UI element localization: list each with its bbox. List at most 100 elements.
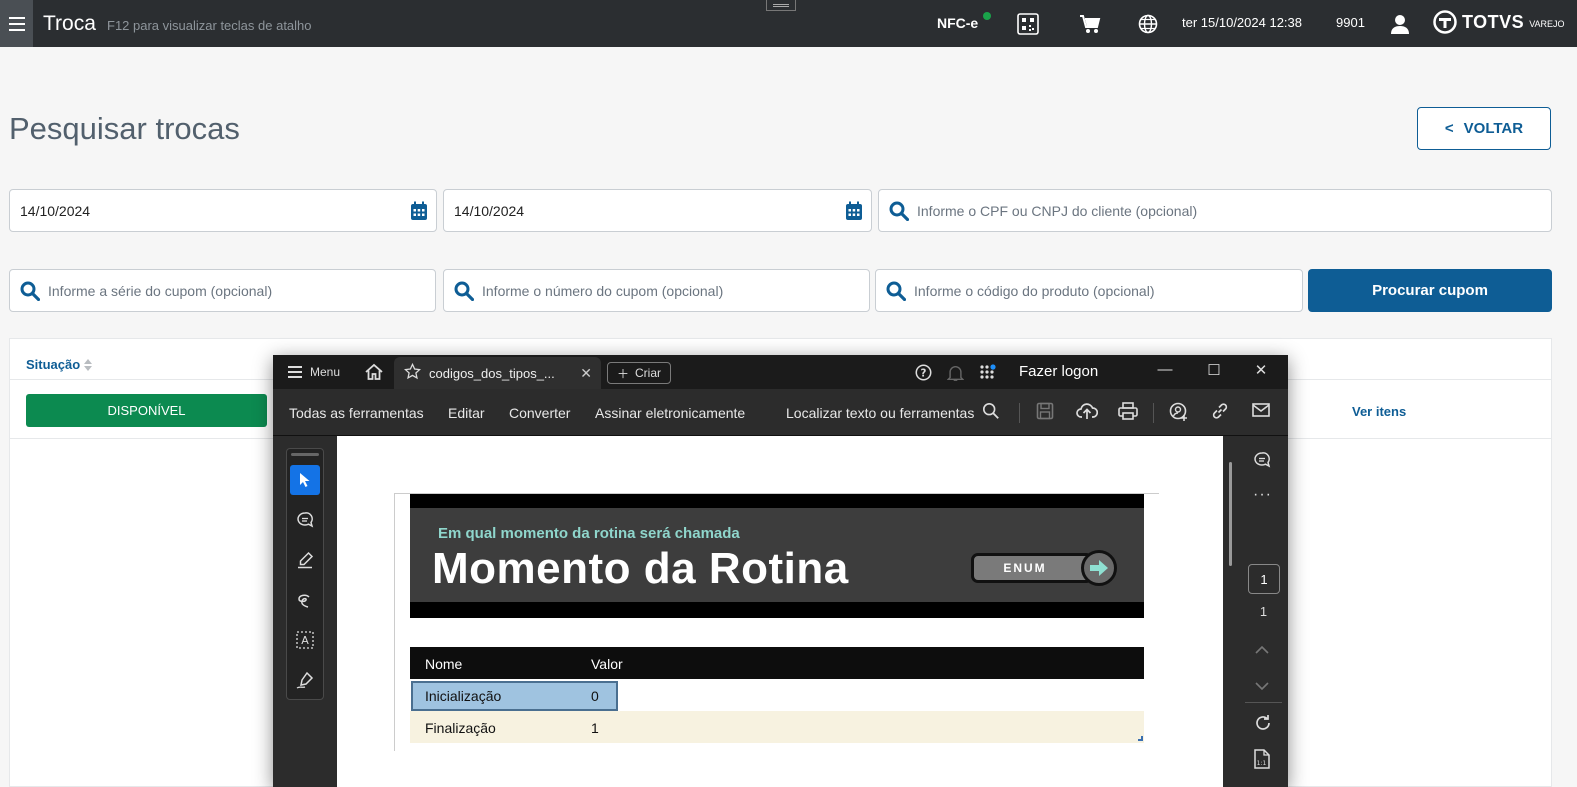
doc-banner-subtitle: Em qual momento da rotina será chamada [438,525,740,542]
totvs-logo-icon [1433,10,1457,34]
doc-cell: 1 [591,720,599,736]
document-page: Em qual momento da rotina será chamada M… [337,436,1223,787]
toolbox-grip[interactable] [291,453,319,456]
nfce-label[interactable]: NFC-e [937,15,978,31]
brand-sub: VAREJO [1529,19,1565,29]
qr-code-icon[interactable] [1016,12,1040,36]
app-title: Troca [43,12,96,35]
hamburger-icon [288,366,302,378]
link-icon[interactable] [1211,402,1229,425]
page-fit-icon[interactable]: 1:1 [1253,749,1271,774]
page-total: 1 [1259,604,1268,619]
cart-icon[interactable] [1078,12,1102,36]
numero-search-field[interactable]: Informe o número do cupom (opcional) [443,269,870,312]
serie-placeholder: Informe a série do cupom (opcional) [48,282,273,299]
arrow-right-icon [1081,550,1117,586]
date-end-field[interactable]: 14/10/2024 [443,189,872,232]
edit-menu[interactable]: Editar [448,405,485,421]
user-icon[interactable] [1388,12,1412,36]
back-button[interactable]: < VOLTAR [1417,107,1551,150]
home-icon[interactable] [364,363,384,386]
bell-icon[interactable] [946,364,965,387]
save-icon[interactable] [1036,402,1054,425]
chevron-down-icon[interactable] [1253,679,1271,697]
apps-icon[interactable] [979,364,997,387]
search-icon [886,281,906,301]
produto-search-field[interactable]: Informe o código do produto (opcional) [875,269,1303,312]
more-options-icon[interactable]: ··· [1253,486,1272,504]
document-tab-title: codigos_dos_tipos_... [429,365,555,381]
find-text-input[interactable]: Localizar texto ou ferramentas [786,405,974,421]
nfce-status-dot [983,12,991,20]
doc-cell: Finalização [425,720,496,736]
doc-table: Nome Valor Inicialização 0 Finalização 1 [410,647,1144,743]
resize-corner-mark [1138,736,1143,741]
select-cursor-icon[interactable] [290,465,320,495]
viewer-titlebar: Menu codigos_dos_tipos_... ✕ ＋ Criar ? F… [273,355,1288,389]
all-tools-menu[interactable]: Todas as ferramentas [289,405,424,421]
help-icon[interactable]: ? [915,364,932,386]
highlight-pen-icon[interactable] [290,545,320,575]
sign-menu[interactable]: Assinar eletronicamente [595,405,745,421]
search-icon[interactable] [982,402,1000,425]
customer-search-field[interactable]: Informe o CPF ou CNPJ do cliente (opcion… [878,189,1552,232]
column-situacao-label: Situação [26,357,81,372]
sort-icon[interactable] [84,358,93,371]
serie-search-field[interactable]: Informe a série do cupom (opcional) [9,269,436,312]
star-icon[interactable] [403,362,422,383]
minimize-icon[interactable]: — [1155,361,1175,378]
viewer-menu-label: Menu [310,365,341,379]
shortcut-hint: F12 para visualizar teclas de atalho [107,18,312,33]
text-recognition-icon[interactable]: A [290,625,320,655]
create-button[interactable]: ＋ Criar [607,362,671,384]
document-tab[interactable]: codigos_dos_tipos_... ✕ [394,357,601,389]
globe-icon[interactable] [1136,12,1160,36]
search-icon [889,201,909,221]
drag-handle[interactable] [766,0,796,11]
search-coupon-button[interactable]: Procurar cupom [1308,269,1552,312]
status-badge: DISPONÍVEL [26,394,267,427]
viewer-right-rail: ··· 1 1 1:1 [1239,436,1288,787]
date-end-value: 14/10/2024 [454,202,525,219]
svg-text:A: A [301,634,309,647]
menu-icon[interactable] [0,0,33,47]
vertical-scrollbar[interactable] [1223,436,1239,787]
lasso-draw-icon[interactable] [290,585,320,615]
convert-menu[interactable]: Converter [509,405,570,421]
doc-banner: Em qual momento da rotina será chamada M… [410,494,1144,618]
svg-text:?: ? [921,368,927,379]
print-icon[interactable] [1118,402,1138,425]
toolbar-divider [1019,403,1020,423]
view-items-link[interactable]: Ver itens [1352,404,1406,419]
brand-name: TOTVS [1462,11,1525,32]
column-situacao[interactable]: Situação [26,357,93,372]
email-icon[interactable] [1252,402,1270,423]
close-window-icon[interactable]: ✕ [1251,361,1271,379]
calendar-icon[interactable] [845,201,863,224]
sign-in-button[interactable]: Fazer logon [1019,363,1098,380]
back-button-label: VOLTAR [1463,120,1524,137]
scrollbar-thumb[interactable] [1229,462,1232,566]
sign-pen-icon[interactable] [290,665,320,695]
maximize-icon[interactable]: ☐ [1204,361,1224,379]
close-tab-icon[interactable]: ✕ [580,365,592,382]
viewer-menu-button[interactable]: Menu [288,365,340,379]
comments-panel-icon[interactable] [1253,451,1273,476]
date-start-field[interactable]: 14/10/2024 [9,189,437,232]
comment-icon[interactable] [290,505,320,535]
doc-cell: Inicialização [425,688,502,704]
create-label: Criar [635,366,661,380]
pdf-viewer-window: Menu codigos_dos_tipos_... ✕ ＋ Criar ? F… [273,355,1288,787]
share-user-icon[interactable] [1169,402,1189,427]
calendar-icon[interactable] [410,201,428,224]
chevron-up-icon[interactable] [1253,643,1271,661]
store-code: 9901 [1336,15,1365,30]
page-number-input[interactable]: 1 [1248,564,1280,594]
doc-table-header-nome: Nome [425,656,463,672]
back-chevron-icon: < [1444,120,1454,137]
numero-placeholder: Informe o número do cupom (opcional) [482,282,724,299]
rotate-icon[interactable] [1253,713,1273,738]
toolbar-divider [1153,403,1154,423]
upload-cloud-icon[interactable] [1076,402,1099,425]
table-row: Inicialização 0 [410,679,1144,711]
